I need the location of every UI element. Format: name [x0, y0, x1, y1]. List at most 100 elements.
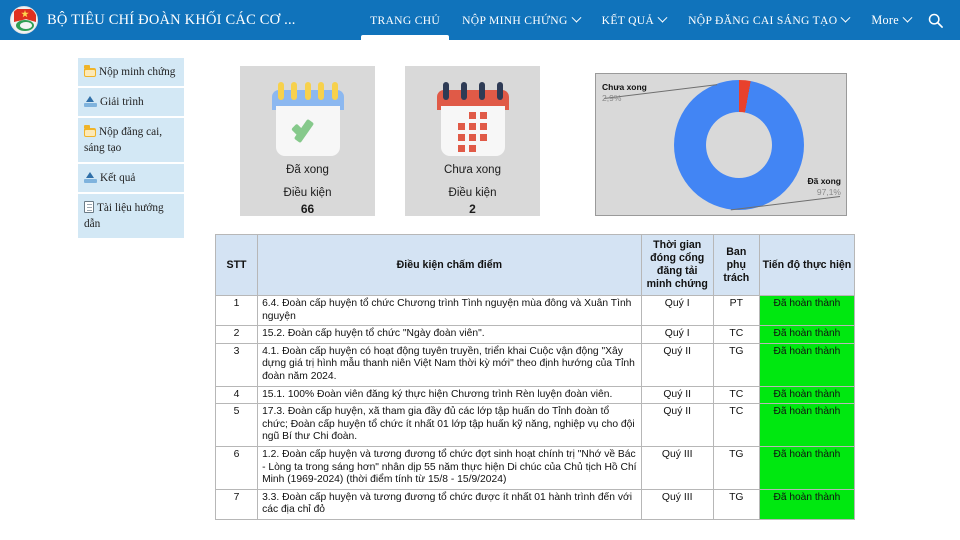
search-icon[interactable]	[922, 0, 948, 40]
donut-graphic	[674, 80, 804, 210]
cell-department: TG	[712, 445, 760, 490]
chevron-down-icon	[657, 12, 668, 23]
status-badge: Đã hoàn thành	[758, 445, 856, 490]
cell-deadline: Quý III	[640, 445, 714, 490]
cell-stt: 2	[214, 325, 259, 344]
stat-card-caption: Điều kiện	[448, 187, 497, 199]
sidebar-item-ket-qua[interactable]: Kết quả	[78, 164, 184, 194]
nav-item-label: TRANG CHỦ	[370, 13, 441, 27]
nav-item-nop-dang-cai-sang-tao[interactable]: NỘP ĐĂNG CAI SÁNG TẠO	[677, 0, 860, 40]
cell-condition: 3.3. Đoàn cấp huyện và tương đương tổ ch…	[257, 488, 642, 520]
cell-condition: 15.1. 100% Đoàn viên đăng ký thực hiện C…	[257, 385, 642, 405]
chevron-down-icon	[840, 12, 851, 23]
sidebar-item-nop-dang-cai-sang-tao[interactable]: Nộp đăng cai, sáng tạo	[78, 118, 184, 164]
cell-deadline: Quý I	[640, 294, 714, 327]
cell-deadline: Quý II	[640, 385, 714, 405]
document-icon	[84, 201, 94, 213]
stat-cards: Đã xong Điều kiện 66 Chưa xong Điều kiện…	[240, 66, 540, 216]
chart-label-value: 97,1%	[816, 187, 841, 197]
stat-card-count: 66	[300, 202, 315, 216]
table-row[interactable]: 7 3.3. Đoàn cấp huyện và tương đương tổ …	[214, 488, 856, 520]
nav-item-label: NỘP ĐĂNG CAI SÁNG TẠO	[688, 13, 838, 27]
table-row[interactable]: 5 17.3. Đoàn cấp huyện, xã tham gia đầy …	[214, 403, 856, 447]
sidebar-item-tai-lieu-huong-dan[interactable]: Tài liệu hướng dẫn	[78, 194, 184, 240]
cell-deadline: Quý II	[640, 403, 714, 447]
cell-department: TG	[712, 342, 760, 387]
status-badge: Đã hoàn thành	[758, 294, 856, 327]
stat-card-caption: Điều kiện	[283, 187, 332, 199]
youth-union-emblem-icon	[10, 6, 38, 34]
chart-label-name: Chưa xong	[602, 82, 647, 92]
folder-icon	[84, 65, 96, 77]
cell-stt: 3	[214, 342, 259, 387]
stat-card-count: 2	[469, 202, 476, 216]
upload-icon	[84, 172, 97, 183]
nav-item-label: KẾT QUẢ	[601, 13, 655, 27]
chart-label-chua-xong: Chưa xong 2,9%	[602, 82, 647, 104]
nav-item-nop-minh-chung[interactable]: NỘP MINH CHỨNG	[451, 0, 591, 40]
cell-condition: 15.2. Đoàn cấp huyện tổ chức "Ngày đoàn …	[257, 325, 642, 344]
col-header-deadline: Thời gian đóng cổng đăng tải minh chứng	[640, 234, 714, 296]
stat-card-status: Đã xong	[286, 164, 329, 176]
cell-deadline: Quý I	[640, 325, 714, 344]
chevron-down-icon	[571, 12, 582, 23]
status-badge: Đã hoàn thành	[758, 488, 856, 520]
stat-card-status: Chưa xong	[444, 164, 501, 176]
cell-department: TG	[712, 488, 760, 520]
cell-department: PT	[712, 294, 760, 327]
nav-item-ket-qua[interactable]: KẾT QUẢ	[591, 0, 677, 40]
cell-stt: 1	[214, 294, 259, 327]
chart-label-da-xong: Đã xong 97,1%	[807, 176, 841, 198]
sidebar-item-label: Giải trình	[100, 96, 144, 108]
cell-stt: 6	[214, 445, 259, 490]
status-badge: Đã hoàn thành	[758, 385, 856, 405]
cell-department: TC	[712, 325, 760, 344]
cell-stt: 5	[214, 403, 259, 447]
chevron-down-icon	[902, 12, 913, 23]
cell-condition: 17.3. Đoàn cấp huyện, xã tham gia đầy đủ…	[257, 403, 642, 447]
table-header-row: STT Điều kiện chấm điểm Thời gian đóng c…	[214, 234, 856, 296]
table-row[interactable]: 1 6.4. Đoàn cấp huyện tổ chức Chương trì…	[214, 294, 856, 327]
cell-condition: 6.4. Đoàn cấp huyện tổ chức Chương trình…	[257, 294, 642, 327]
chart-label-name: Đã xong	[807, 176, 841, 186]
nav-item-trang-chu[interactable]: TRANG CHỦ	[359, 0, 451, 48]
table-row[interactable]: 6 1.2. Đoàn cấp huyện và tương đương tổ …	[214, 445, 856, 490]
criteria-table-container: STT Điều kiện chấm điểm Thời gian đóng c…	[214, 234, 856, 520]
status-badge: Đã hoàn thành	[758, 325, 856, 344]
table-row[interactable]: 2 15.2. Đoàn cấp huyện tổ chức "Ngày đoà…	[214, 325, 856, 344]
status-badge: Đã hoàn thành	[758, 342, 856, 387]
folder-icon	[84, 125, 96, 137]
nav-item-label: More	[871, 12, 899, 27]
col-header-progress: Tiến độ thực hiện	[758, 234, 856, 296]
criteria-table: STT Điều kiện chấm điểm Thời gian đóng c…	[214, 234, 856, 520]
sidebar-item-giai-trinh[interactable]: Giải trình	[78, 88, 184, 118]
completion-donut-chart: Chưa xong 2,9% Đã xong 97,1%	[595, 73, 847, 216]
top-navbar: BỘ TIÊU CHÍ ĐOÀN KHỐI CÁC CƠ ... TRANG C…	[0, 0, 960, 48]
nav-item-more[interactable]: More	[860, 0, 922, 40]
sidebar-item-nop-minh-chung[interactable]: Nộp minh chứng	[78, 58, 184, 88]
table-row[interactable]: 4 15.1. 100% Đoàn viên đăng ký thực hiện…	[214, 385, 856, 405]
col-header-stt: STT	[214, 234, 259, 296]
stat-card-pending: Chưa xong Điều kiện 2	[405, 66, 540, 216]
col-header-condition: Điều kiện chấm điểm	[257, 234, 642, 296]
sidebar-item-label: Tài liệu hướng dẫn	[84, 202, 164, 230]
cell-department: TC	[712, 403, 760, 447]
status-badge: Đã hoàn thành	[758, 403, 856, 447]
upload-icon	[84, 96, 97, 107]
sidebar: Nộp minh chứng Giải trình Nộp đăng cai, …	[78, 58, 184, 240]
sidebar-item-label: Kết quả	[100, 172, 136, 184]
cell-stt: 4	[214, 385, 259, 405]
table-body: 1 6.4. Đoàn cấp huyện tổ chức Chương trì…	[214, 294, 856, 520]
cell-department: TC	[712, 385, 760, 405]
brand-title: BỘ TIÊU CHÍ ĐOÀN KHỐI CÁC CƠ ...	[47, 11, 296, 28]
brand[interactable]: BỘ TIÊU CHÍ ĐOÀN KHỐI CÁC CƠ ...	[0, 6, 296, 34]
cell-condition: 1.2. Đoàn cấp huyện và tương đương tổ ch…	[257, 445, 642, 490]
chart-label-value: 2,9%	[602, 93, 622, 103]
stat-card-done: Đã xong Điều kiện 66	[240, 66, 375, 216]
cell-stt: 7	[214, 488, 259, 520]
cell-deadline: Quý III	[640, 488, 714, 520]
page-body: Nộp minh chứng Giải trình Nộp đăng cai, …	[0, 40, 960, 540]
col-header-department: Ban phụ trách	[712, 234, 760, 296]
nav-item-label: NỘP MINH CHỨNG	[462, 13, 568, 27]
table-row[interactable]: 3 4.1. Đoàn cấp huyện có hoạt động tuyên…	[214, 342, 856, 387]
